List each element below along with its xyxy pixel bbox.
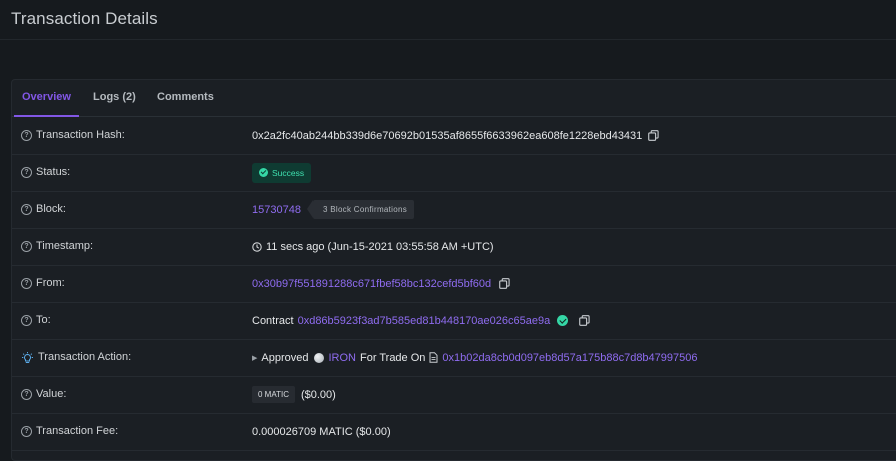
lightbulb-icon bbox=[22, 351, 33, 363]
block-confirmations-badge: 3 Block Confirmations bbox=[306, 200, 415, 219]
tab-comments[interactable]: Comments bbox=[157, 80, 214, 116]
from-address-link[interactable]: 0x30b97f551891288c671fbef58bc132cefd5bf6… bbox=[252, 278, 491, 290]
clock-icon bbox=[252, 241, 262, 252]
help-icon[interactable]: ? bbox=[21, 389, 32, 400]
value-usd: ($0.00) bbox=[300, 388, 336, 401]
row-label: Transaction Action: bbox=[38, 351, 132, 363]
to-address-link[interactable]: 0xd86b5923f3ad7b585ed81b448170ae026c65ae… bbox=[298, 315, 551, 327]
timestamp-value: 11 secs ago (Jun-15-2021 03:55:58 AM +UT… bbox=[266, 240, 494, 253]
transaction-fee-value: 0.000026709 MATIC ($0.00) bbox=[252, 425, 391, 438]
help-icon[interactable]: ? bbox=[21, 130, 32, 141]
row-label: Transaction Hash: bbox=[36, 129, 125, 141]
row-label: Timestamp: bbox=[36, 240, 94, 252]
token-logo-icon bbox=[314, 352, 325, 363]
transaction-card: Overview Logs (2) Comments ? Transaction… bbox=[11, 79, 896, 461]
title-divider bbox=[0, 39, 896, 40]
row-label: From: bbox=[36, 277, 65, 289]
row-label: Value: bbox=[36, 388, 67, 400]
page-title: Transaction Details bbox=[11, 9, 158, 28]
tab-overview[interactable]: Overview bbox=[14, 80, 79, 117]
help-icon[interactable]: ? bbox=[21, 426, 32, 437]
row-label: To: bbox=[36, 314, 51, 326]
row-label: Status: bbox=[36, 166, 71, 178]
token-link[interactable]: IRON bbox=[328, 352, 356, 364]
help-icon[interactable]: ? bbox=[21, 315, 32, 326]
row-block: ? Block: 15730748 3 Block Confirmations bbox=[12, 191, 896, 229]
help-icon[interactable]: ? bbox=[21, 167, 32, 178]
block-number-link[interactable]: 15730748 bbox=[252, 204, 301, 216]
verified-check-icon bbox=[557, 315, 569, 326]
action-middle-text: For Trade On bbox=[359, 351, 426, 364]
action-verb: Approved bbox=[261, 351, 309, 364]
row-transaction-hash: ? Transaction Hash: 0x2a2fc40ab244bb339d… bbox=[12, 117, 896, 155]
row-label: Transaction Fee: bbox=[36, 425, 119, 437]
copy-icon[interactable] bbox=[648, 130, 659, 141]
copy-icon[interactable] bbox=[579, 315, 590, 326]
transaction-hash-value: 0x2a2fc40ab244bb339d6e70692b01535af8655f… bbox=[252, 129, 643, 142]
row-timestamp: ? Timestamp: 11 secs ago (Jun-15-2021 03… bbox=[12, 228, 896, 266]
file-icon bbox=[429, 352, 438, 363]
row-value: ? Value: 0 MATIC ($0.00) bbox=[12, 376, 896, 414]
row-status: ? Status: Success bbox=[12, 154, 896, 192]
value-amount-badge: 0 MATIC bbox=[252, 386, 295, 403]
help-icon[interactable]: ? bbox=[21, 204, 32, 215]
row-to: ? To: Contract 0xd86b5923f3ad7b585ed81b4… bbox=[12, 302, 896, 340]
row-transaction-fee: ? Transaction Fee: 0.000026709 MATIC ($0… bbox=[12, 413, 896, 451]
tab-logs[interactable]: Logs (2) bbox=[93, 80, 136, 116]
contract-prefix: Contract bbox=[252, 314, 294, 327]
action-address-link[interactable]: 0x1b02da8cb0d097eb8d57a175b88c7d8b479975… bbox=[442, 352, 697, 364]
tab-bar: Overview Logs (2) Comments bbox=[12, 80, 896, 117]
help-icon[interactable]: ? bbox=[21, 241, 32, 252]
check-circle-icon bbox=[259, 168, 268, 177]
help-icon[interactable]: ? bbox=[21, 278, 32, 289]
row-label: Block: bbox=[36, 203, 66, 215]
row-transaction-action: Transaction Action: ▶ Approved IRON For … bbox=[12, 339, 896, 377]
status-badge: Success bbox=[252, 162, 312, 183]
row-from: ? From: 0x30b97f551891288c671fbef58bc132… bbox=[12, 265, 896, 303]
copy-icon[interactable] bbox=[499, 278, 510, 289]
caret-right-icon: ▶ bbox=[252, 354, 258, 362]
